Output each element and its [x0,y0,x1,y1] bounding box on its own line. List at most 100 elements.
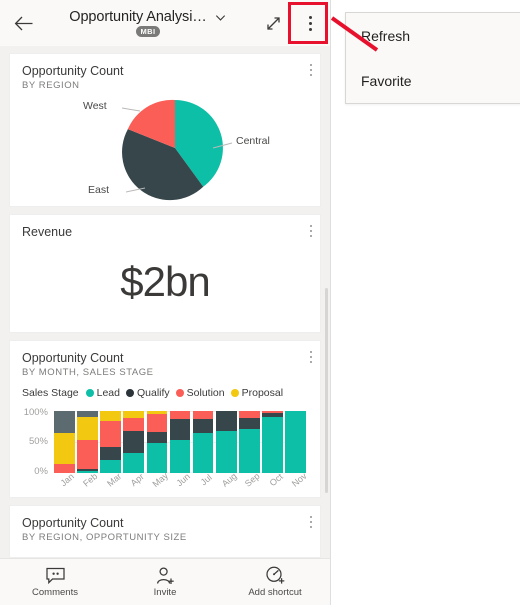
gauge-add-icon [265,566,284,584]
menu-item-favorite[interactable]: Favorite [346,58,520,103]
x-label-oct: Oct [267,471,285,489]
x-label-may: May [150,470,170,490]
legend-item-solution[interactable]: Solution [175,387,225,399]
y-tick-100: 100% [23,407,48,418]
x-label-jun: Jun [174,471,193,489]
tile-title: Revenue [22,225,73,239]
person-add-icon [156,566,174,584]
x-axis-labels: Jan Feb Mar Apr May Jun Jul Aug Sep Oct Nov [54,470,309,497]
phone-viewport: Opportunity Analysi… MBI Opportunity Cou… [0,0,331,605]
nav-invite[interactable]: Invite [110,566,220,598]
back-arrow-icon [14,16,32,30]
bar-segment-lead [262,416,283,473]
bar-segment-solution [100,420,121,447]
tile-more-icon[interactable] [309,64,312,77]
bar-jan[interactable] [54,411,75,473]
legend-item-lead[interactable]: Lead [85,387,120,399]
tile-more-icon[interactable] [309,225,312,238]
bar-segment-lead [285,411,307,473]
tile-title: Opportunity Count [22,516,124,530]
pie-label-east: East [88,184,110,196]
pie-chart-svg [121,99,233,201]
y-tick-0: 0% [34,466,48,477]
bar-may[interactable] [146,411,168,473]
bar-segment-proposal [54,432,75,464]
workspace-badge: MBI [135,26,161,37]
legend-swatch-lead [85,388,95,398]
x-label-nov: Nov [289,470,309,489]
y-tick-50: 50% [28,436,48,447]
bar-sep[interactable] [239,411,260,473]
comment-bubble-icon [45,567,65,584]
bar-segment-solution [146,413,168,433]
tile-subtitle: BY MONTH, SALES STAGE [22,367,154,378]
bar-segment-lead [146,442,168,473]
legend-label-solution: Solution [186,387,225,399]
vertical-scrollbar[interactable] [325,288,328,493]
tile-opportunity-count-by-region[interactable]: Opportunity Count BY REGION Central West… [9,53,321,207]
bar-segment-qualify [215,411,237,432]
bar-jul[interactable] [192,411,214,473]
bar-aug[interactable] [215,411,237,473]
more-vertical-icon [308,15,312,31]
pie-label-west: West [83,100,107,112]
legend-swatch-qualify [125,388,135,398]
bottom-navigation: Comments Invite Add shortcut [0,558,330,605]
tile-header: Opportunity Count BY MONTH, SALES STAGE [10,341,320,378]
nav-comments[interactable]: Comments [0,567,110,598]
chevron-down-icon[interactable] [214,11,227,24]
bar-segment-lead [239,428,260,473]
bar-series-group [54,411,307,473]
tile-revenue[interactable]: Revenue $2bn [9,214,321,333]
legend-title: Sales Stage [22,387,79,399]
nav-label-comments: Comments [32,586,78,598]
bar-segment-qualify [123,430,145,453]
bar-segment-lead [169,439,191,473]
stacked-bar-chart: 100% 50% 0% Jan Feb Mar Apr May Jun Jul Aug Sep O… [14,405,310,497]
bar-segment-solution [192,411,214,420]
bar-nov[interactable] [285,411,307,473]
bar-segment-qualify [100,446,121,460]
bar-segment-other [54,411,75,433]
bar-segment-solution [54,463,75,473]
expand-button[interactable] [256,0,290,46]
plot-area [54,411,307,473]
bar-segment-proposal [77,416,98,441]
bar-segment-lead [192,433,214,473]
bar-feb[interactable] [77,411,98,473]
tile-opportunity-count-by-region-size[interactable]: Opportunity Count BY REGION, OPPORTUNITY… [9,505,321,558]
app-header: Opportunity Analysi… MBI [0,0,330,47]
bar-oct[interactable] [262,411,283,473]
more-options-button[interactable] [290,0,330,46]
pie-label-central: Central [236,135,270,147]
menu-item-refresh[interactable]: Refresh [346,13,520,58]
bar-segment-qualify [239,418,260,429]
legend-label-proposal: Proposal [241,387,284,399]
legend-item-qualify[interactable]: Qualify [125,387,170,399]
expand-diagonal-icon [266,16,280,30]
tile-header: Revenue [10,215,320,240]
dashboard-scroll-area[interactable]: Opportunity Count BY REGION Central West… [0,46,330,559]
x-label-mar: Mar [104,471,123,489]
header-title-group[interactable]: Opportunity Analysi… MBI [40,9,256,37]
context-menu[interactable]: Refresh Favorite [345,12,520,104]
legend-label-qualify: Qualify [136,387,170,399]
legend-swatch-solution [175,388,185,398]
bar-segment-qualify [192,419,214,434]
legend-item-proposal[interactable]: Proposal [230,387,284,399]
bar-segment-qualify [146,432,168,443]
tile-subtitle: BY REGION [22,80,80,91]
bar-jun[interactable] [169,411,191,473]
tile-more-icon[interactable] [309,516,312,529]
tile-opportunity-count-by-month[interactable]: Opportunity Count BY MONTH, SALES STAGE … [9,340,321,498]
tile-more-icon[interactable] [309,351,312,364]
page-title: Opportunity Analysi… [69,9,207,25]
nav-label-invite: Invite [153,586,177,598]
nav-label-add-shortcut: Add shortcut [248,587,302,598]
tile-title: Opportunity Count [22,64,124,78]
bar-segment-solution [123,417,145,431]
bar-segment-solution [169,411,191,420]
bar-mar[interactable] [100,411,121,473]
bar-apr[interactable] [123,411,145,473]
nav-add-shortcut[interactable]: Add shortcut [220,566,330,598]
